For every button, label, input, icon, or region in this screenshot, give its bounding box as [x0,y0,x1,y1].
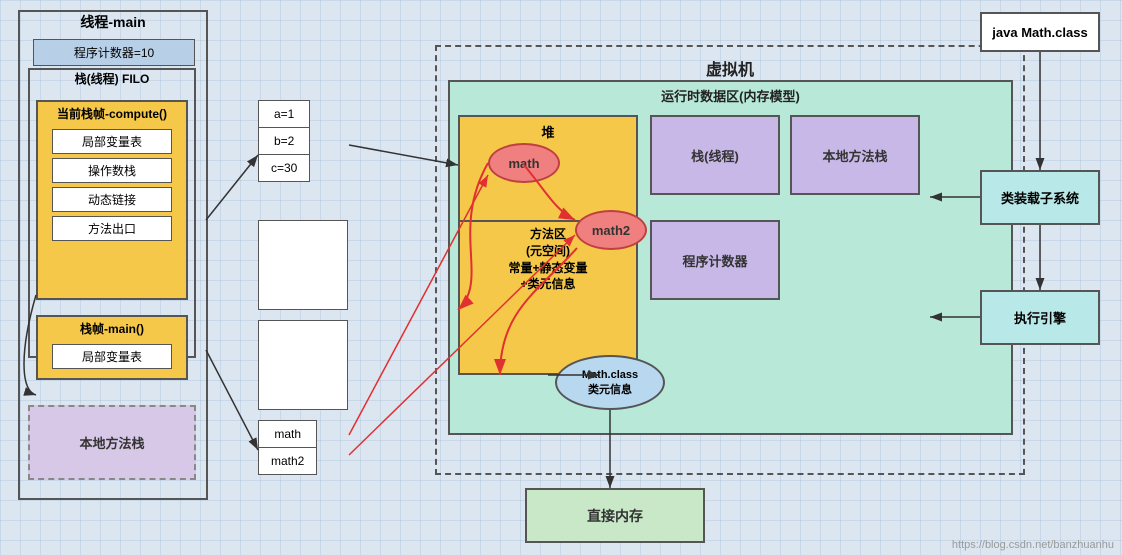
runtime-title: 运行时数据区(内存模型) [448,82,1013,109]
stack-filo-title: 栈(线程) FILO [28,70,196,87]
var-math: math [259,421,316,448]
var-group-bottom: math math2 [258,420,317,475]
ellipse-math: math [488,143,560,183]
stack-thread-box: 栈(线程) [650,115,780,195]
method-exit-item: 方法出口 [52,216,172,241]
direct-memory-box: 直接内存 [525,488,705,543]
var-c: c=30 [259,155,309,181]
native-method-box: 本地方法栈 [790,115,920,195]
var-group-top: a=1 b=2 c=30 [258,100,310,182]
blank-box-1 [258,220,348,310]
program-counter-display: 程序计数器=10 [33,39,195,66]
class-loader-box: 类装载子系统 [980,170,1100,225]
var-math2: math2 [259,448,316,474]
local-vars-item: 局部变量表 [52,129,172,154]
thread-main-title: 线程-main [18,12,208,32]
diagram-container: 线程-main 程序计数器=10 栈(线程) FILO 当前栈帧-compute… [0,0,1122,555]
operand-stack-item: 操作数栈 [52,158,172,183]
watermark: https://blog.csdn.net/banzhuanhu [952,539,1114,551]
exec-engine-box: 执行引擎 [980,290,1100,345]
main-local-vars: 局部变量表 [52,344,172,369]
dynamic-link-item: 动态链接 [52,187,172,212]
math-class-label: Math.class类元信息 [582,368,638,397]
compute-frame-box: 当前栈帧-compute() 局部变量表 操作数栈 动态链接 方法出口 [36,100,188,300]
var-b: b=2 [259,128,309,155]
main-frame-box: 栈帧-main() 局部变量表 [36,315,188,380]
native-stack-left: 本地方法栈 [28,405,196,480]
native-method-label: 本地方法栈 [822,146,887,165]
main-frame-title: 栈帧-main() [38,317,186,340]
ellipse-math2: math2 [575,210,647,250]
java-math-class-box: java Math.class [980,12,1100,52]
blank-box-2 [258,320,348,410]
jvm-pc-box: 程序计数器 [650,220,780,300]
compute-frame-title: 当前栈帧-compute() [38,102,186,125]
var-a: a=1 [259,101,309,128]
heap-title: 堆 [460,117,636,146]
math-class-oval: Math.class类元信息 [555,355,665,410]
